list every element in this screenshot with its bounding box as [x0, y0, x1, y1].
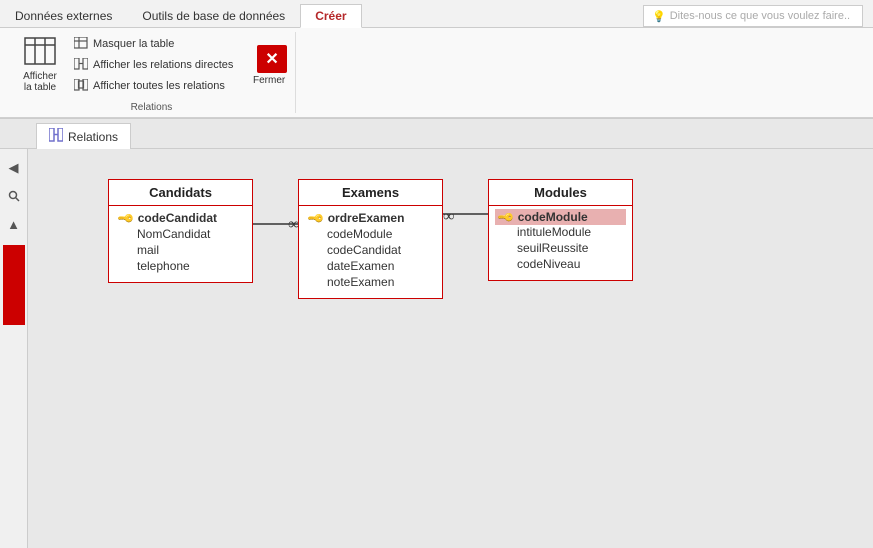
nav-up-button[interactable]: ▲ — [3, 213, 25, 235]
field-codeNiveau-name: codeNiveau — [517, 257, 580, 271]
field-codeCandidat-name: codeCandidat — [138, 211, 217, 225]
relations-directes-icon — [74, 58, 88, 73]
relation-candidats-examens: ∞ — [246, 216, 299, 233]
field-mail: mail — [119, 242, 242, 258]
field-ordreExamen-name: ordreExamen — [328, 211, 405, 225]
field-NomCandidat-name: NomCandidat — [137, 227, 210, 241]
field-codeNiveau: codeNiveau — [499, 256, 622, 272]
nav-search-button[interactable] — [3, 185, 25, 207]
nav-collapse-button[interactable]: ◀ — [3, 157, 25, 179]
key-icon-codeCandidat: 🔑 — [116, 209, 135, 228]
candidats-fields: 🔑 codeCandidat NomCandidat mail telephon… — [109, 206, 252, 282]
search-lightbulb-icon: 💡 — [652, 10, 666, 23]
field-codeModule-name: codeModule — [327, 227, 392, 241]
afficher-relations-directes-button[interactable]: Afficher les relations directes — [68, 56, 239, 75]
ribbon-group-items: Afficherla table Masquer la table — [16, 32, 287, 98]
afficher-table-button[interactable]: Afficherla table — [16, 32, 64, 98]
field-telephone: telephone — [119, 258, 242, 274]
examens-fields: 🔑 ordreExamen codeModule codeCandidat da… — [299, 206, 442, 298]
afficher-table-label: Afficherla table — [23, 71, 57, 93]
main-canvas: ◀ ▲ ∞ ∞ — [0, 149, 873, 548]
relations-group: Afficherla table Masquer la table — [8, 32, 296, 113]
small-buttons-group: Masquer la table Afficher les relations … — [68, 35, 239, 96]
relations-tab-label: Relations — [68, 130, 118, 144]
tab-creer[interactable]: Créer — [300, 4, 361, 28]
field-mail-name: mail — [137, 243, 159, 257]
tab-outils-bdd[interactable]: Outils de base de données — [127, 4, 300, 27]
ribbon-body: Afficherla table Masquer la table — [0, 28, 873, 118]
field-dateExamen-name: dateExamen — [327, 259, 394, 273]
afficher-toutes-relations-label: Afficher toutes les relations — [93, 80, 225, 92]
table-modules: Modules 🔑 codeModule intituleModule seui… — [488, 179, 633, 281]
table-icon — [24, 37, 56, 69]
field-codeModule-modules: 🔑 codeModule — [495, 209, 626, 225]
field-noteExamen-name: noteExamen — [327, 275, 394, 289]
search-placeholder: Dites-nous ce que vous voulez faire.. — [670, 10, 850, 22]
nav-red-indicator — [3, 245, 25, 325]
modules-header: Modules — [489, 180, 632, 206]
field-codeModule: codeModule — [309, 226, 432, 242]
field-dateExamen: dateExamen — [309, 258, 432, 274]
field-seuilReussite: seuilReussite — [499, 240, 622, 256]
masquer-table-button[interactable]: Masquer la table — [68, 35, 239, 54]
ribbon-search[interactable]: 💡 Dites-nous ce que vous voulez faire.. — [643, 5, 863, 27]
field-codeCandidat-examens-name: codeCandidat — [327, 243, 401, 257]
relations-tab-icon — [49, 128, 63, 145]
table-candidats: Candidats 🔑 codeCandidat NomCandidat mai… — [108, 179, 253, 283]
candidats-header: Candidats — [109, 180, 252, 206]
field-codeCandidat-examens: codeCandidat — [309, 242, 432, 258]
tab-bar: Relations — [0, 119, 873, 149]
tab-donnees-externes[interactable]: Données externes — [0, 4, 127, 27]
masquer-icon — [74, 37, 88, 52]
field-telephone-name: telephone — [137, 259, 190, 273]
field-ordreExamen: 🔑 ordreExamen — [309, 210, 432, 226]
relations-tab[interactable]: Relations — [36, 123, 131, 149]
relations-group-label: Relations — [131, 98, 173, 113]
fermer-label: Fermer — [253, 75, 285, 86]
relation-examens-modules: ∞ — [440, 207, 492, 225]
table-examens: Examens 🔑 ordreExamen codeModule codeCan… — [298, 179, 443, 299]
afficher-relations-directes-label: Afficher les relations directes — [93, 59, 233, 71]
field-codeCandidat: 🔑 codeCandidat — [119, 210, 242, 226]
toutes-relations-icon — [74, 79, 88, 94]
close-x-icon: ✕ — [265, 49, 278, 69]
masquer-table-label: Masquer la table — [93, 38, 174, 50]
key-icon-ordreExamen: 🔑 — [306, 209, 325, 228]
left-nav: ◀ ▲ — [0, 149, 28, 548]
field-seuilReussite-name: seuilReussite — [517, 241, 588, 255]
field-intituleModule: intituleModule — [499, 224, 622, 240]
svg-text:∞: ∞ — [443, 208, 454, 225]
field-codeModule-modules-name: codeModule — [518, 210, 588, 224]
examens-header: Examens — [299, 180, 442, 206]
field-noteExamen: noteExamen — [309, 274, 432, 290]
field-intituleModule-name: intituleModule — [517, 225, 591, 239]
modules-fields: 🔑 codeModule intituleModule seuilReussit… — [489, 206, 632, 280]
afficher-toutes-relations-button[interactable]: Afficher toutes les relations — [68, 77, 239, 96]
field-NomCandidat: NomCandidat — [119, 226, 242, 242]
fermer-button[interactable]: ✕ — [257, 45, 286, 73]
